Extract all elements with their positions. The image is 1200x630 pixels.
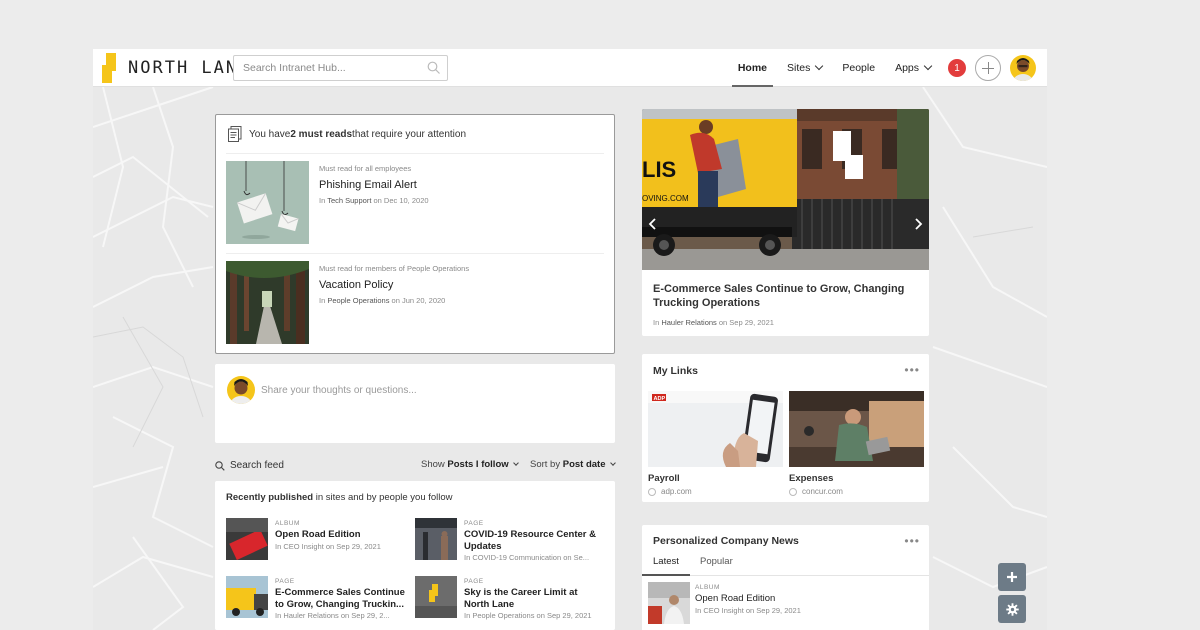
link-url: concur.com [789, 487, 843, 496]
tab-popular[interactable]: Popular [700, 556, 733, 576]
featured-news-card[interactable]: LIS OVING.COM E-Commerce Sales Continue … [642, 109, 929, 336]
feed-item-meta: In COVID-19 Communication on Se... [464, 553, 590, 562]
must-read-audience: Must read for all employees [319, 164, 412, 173]
site-link[interactable]: Hauler Relations [661, 318, 716, 327]
feed-item-thumbnail[interactable] [415, 576, 457, 618]
personalized-news-title: Personalized Company News [653, 535, 799, 547]
featured-news-image: LIS OVING.COM [642, 109, 929, 270]
must-reads-card: You have 2 must reads that require your … [215, 114, 615, 354]
featured-news-meta: In Hauler Relations on Sep 29, 2021 [653, 318, 774, 327]
must-read-audience: Must read for members of People Operatio… [319, 264, 470, 273]
news-item-type: ALBUM [695, 584, 720, 591]
more-options-icon[interactable]: ••• [904, 534, 920, 548]
payroll-link-thumbnail[interactable]: ADP [648, 391, 783, 467]
site-link[interactable]: People Operations [327, 296, 389, 305]
news-item-meta: In CEO Insight on Sep 29, 2021 [695, 606, 801, 615]
main-nav: Home Sites People Apps [718, 49, 933, 87]
post-composer [215, 364, 615, 443]
gear-icon [1005, 602, 1019, 616]
feed-item-thumbnail[interactable] [415, 518, 457, 560]
vacation-policy-thumbnail[interactable] [226, 261, 309, 344]
feed-item-type: PAGE [464, 520, 484, 527]
must-read-title-link[interactable]: Phishing Email Alert [319, 179, 417, 191]
feed-item-meta: In Hauler Relations on Sep 29, 2... [275, 611, 390, 620]
recently-published-card: Recently published in sites and by peopl… [215, 481, 615, 630]
carousel-next-icon[interactable] [911, 217, 925, 231]
intranet-search-input[interactable] [233, 55, 448, 81]
adp-logo-text: ADP [654, 396, 666, 402]
search-icon[interactable] [427, 61, 441, 75]
nav-home[interactable]: Home [731, 49, 774, 87]
feed-toolbar: Search feed Show Posts I follow Sort by … [215, 454, 616, 478]
divider [226, 253, 604, 254]
create-plus-button[interactable] [975, 55, 1001, 81]
feed-item-title-link[interactable]: E-Commerce Sales Continue to Grow, Chang… [275, 587, 410, 611]
must-reads-heading: You have 2 must reads that require your … [228, 126, 466, 142]
sort-dropdown[interactable]: Sort by Post date [530, 459, 616, 470]
feed-item-thumbnail[interactable] [226, 518, 268, 560]
chevron-down-icon [923, 61, 933, 71]
feed-item-title-link[interactable]: Sky is the Career Limit at North Lane [464, 587, 599, 611]
feed-item-type: ALBUM [275, 520, 300, 527]
truck-lettering: LIS [642, 157, 676, 182]
show-filter-dropdown[interactable]: Show Posts I follow [421, 459, 519, 470]
feed-item-type: PAGE [275, 578, 295, 585]
feed-item-type: PAGE [464, 578, 484, 585]
tab-latest[interactable]: Latest [642, 556, 690, 576]
document-icon [228, 126, 242, 142]
feed-item-meta: In CEO Insight on Sep 29, 2021 [275, 542, 381, 551]
feed-item-title-link[interactable]: Open Road Edition [275, 529, 410, 541]
share-thoughts-input[interactable] [261, 378, 581, 402]
news-item-thumbnail[interactable] [648, 582, 690, 624]
must-read-meta: In People Operations on Jun 20, 2020 [319, 296, 446, 305]
carousel-prev-icon[interactable] [646, 217, 660, 231]
chevron-down-icon [609, 460, 616, 466]
link-url: adp.com [648, 487, 692, 496]
phishing-email-thumbnail[interactable] [226, 161, 309, 244]
chevron-down-icon [512, 460, 519, 466]
search-icon [215, 460, 225, 471]
nav-sites[interactable]: Sites [787, 49, 824, 87]
notification-badge[interactable]: 1 [948, 59, 966, 77]
payroll-link[interactable]: Payroll [648, 473, 680, 484]
my-links-title: My Links [653, 365, 698, 377]
page-background: NORTH LANE Home Sites People Apps 1 [0, 0, 1200, 630]
news-tabs: Latest Popular [642, 556, 929, 576]
feed-item-title-link[interactable]: COVID-19 Resource Center & Updates [464, 529, 599, 553]
recently-published-heading: Recently published in sites and by peopl… [226, 492, 453, 503]
feed-item-thumbnail[interactable] [226, 576, 268, 618]
divider [226, 153, 604, 154]
must-read-meta: In Tech Support on Dec 10, 2020 [319, 196, 429, 205]
more-options-icon[interactable]: ••• [904, 363, 920, 377]
globe-icon [648, 487, 656, 496]
nav-apps[interactable]: Apps [895, 49, 933, 87]
logo-mark-icon [102, 53, 118, 83]
north-lane-logo[interactable]: NORTH LANE [102, 53, 250, 83]
news-item-title-link[interactable]: Open Road Edition [695, 593, 830, 605]
must-read-title-link[interactable]: Vacation Policy [319, 279, 393, 291]
globe-icon [789, 487, 797, 496]
floating-add-button[interactable] [998, 563, 1026, 591]
chevron-down-icon [815, 61, 824, 71]
user-avatar[interactable] [1010, 55, 1036, 81]
intranet-window: NORTH LANE Home Sites People Apps 1 [93, 49, 1047, 630]
truck-lettering: OVING.COM [642, 194, 689, 203]
search-feed-button[interactable]: Search feed [215, 460, 284, 471]
featured-news-title[interactable]: E-Commerce Sales Continue to Grow, Chang… [653, 283, 913, 310]
expenses-link[interactable]: Expenses [789, 473, 833, 484]
expenses-link-thumbnail[interactable] [789, 391, 924, 467]
site-link[interactable]: Tech Support [327, 196, 371, 205]
top-navigation-bar: NORTH LANE Home Sites People Apps 1 [93, 49, 1047, 87]
logo-text: NORTH LANE [128, 58, 251, 78]
plus-icon [1007, 572, 1017, 582]
feed-item-meta: In People Operations on Sep 29, 2021 [464, 611, 592, 620]
my-links-card: My Links ••• ADP Payroll adp.com Expense… [642, 354, 929, 502]
nav-people[interactable]: People [842, 49, 875, 87]
user-avatar [227, 376, 255, 404]
floating-settings-button[interactable] [998, 595, 1026, 623]
personalized-news-card: Personalized Company News ••• Latest Pop… [642, 525, 929, 630]
